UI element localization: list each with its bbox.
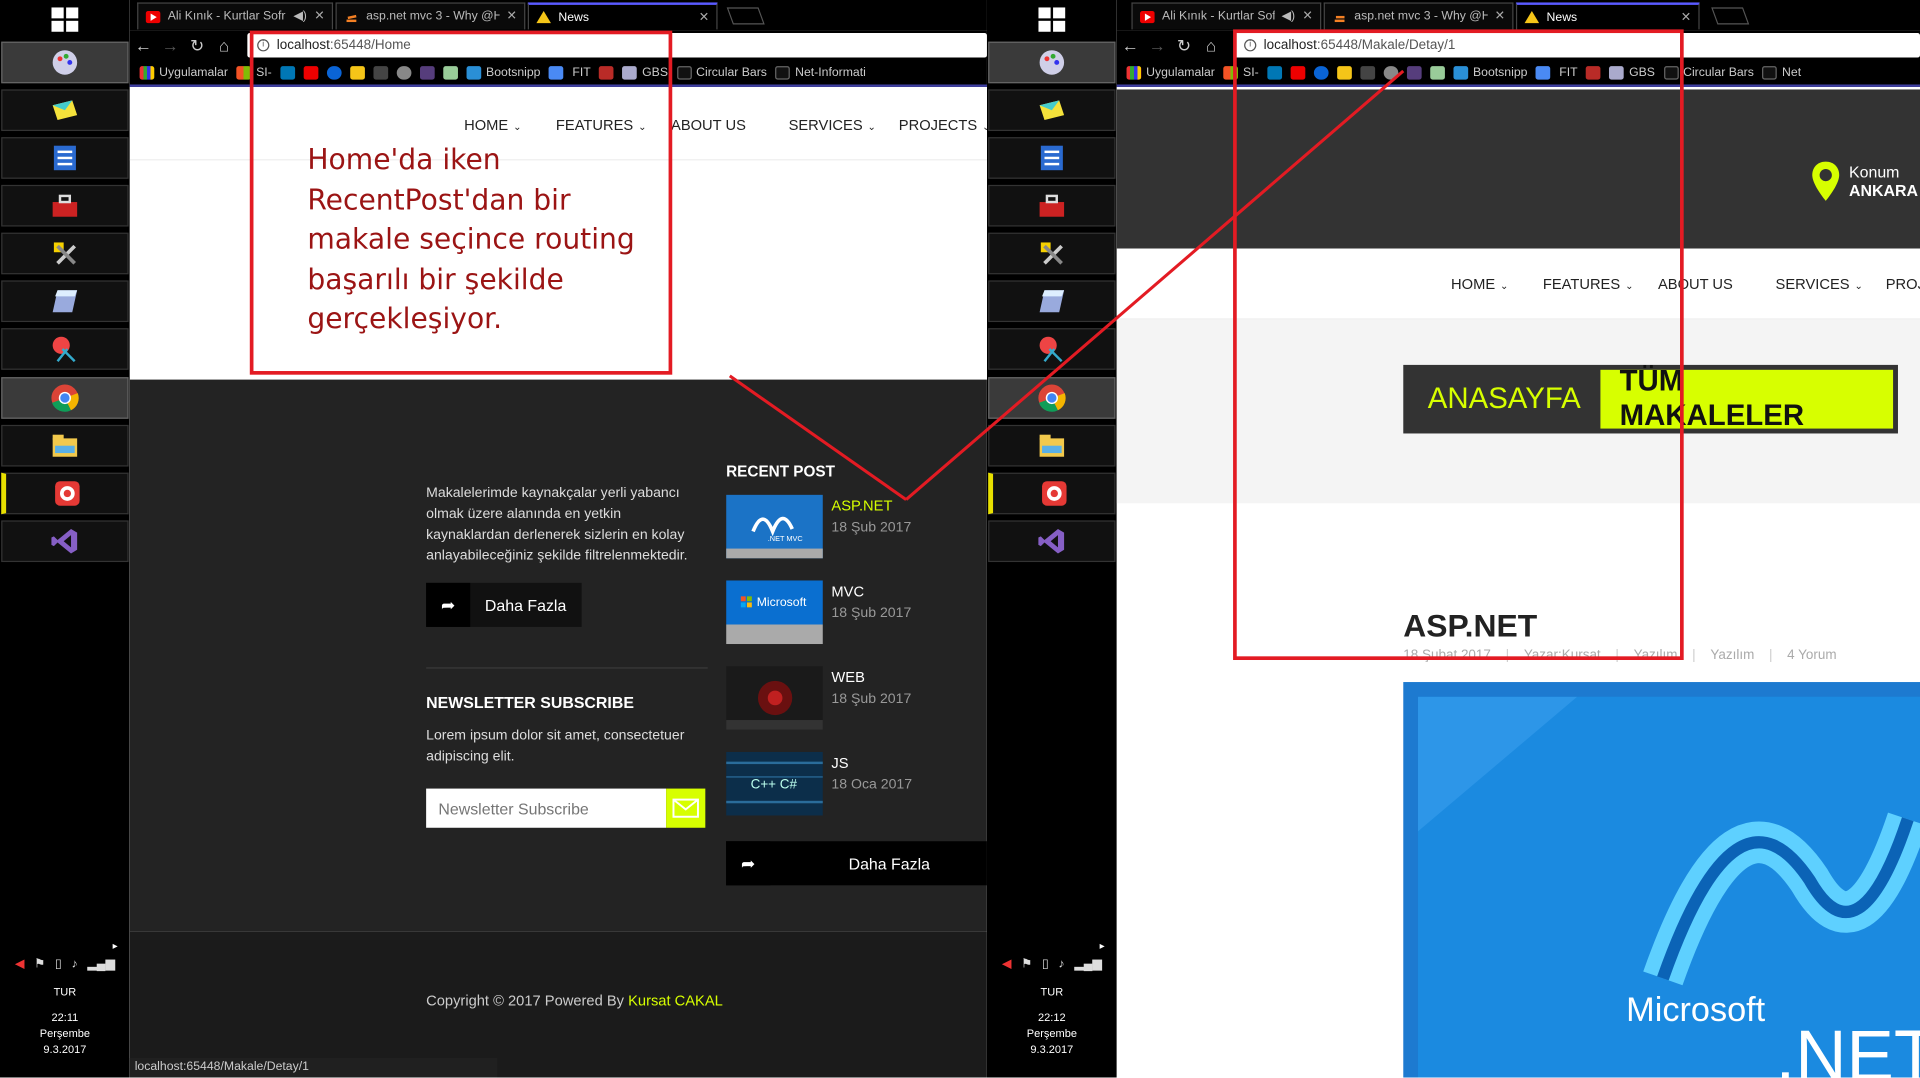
connector-line-b — [905, 69, 1405, 501]
connector-line-a — [728, 374, 908, 501]
annotation-connector — [728, 69, 1405, 501]
